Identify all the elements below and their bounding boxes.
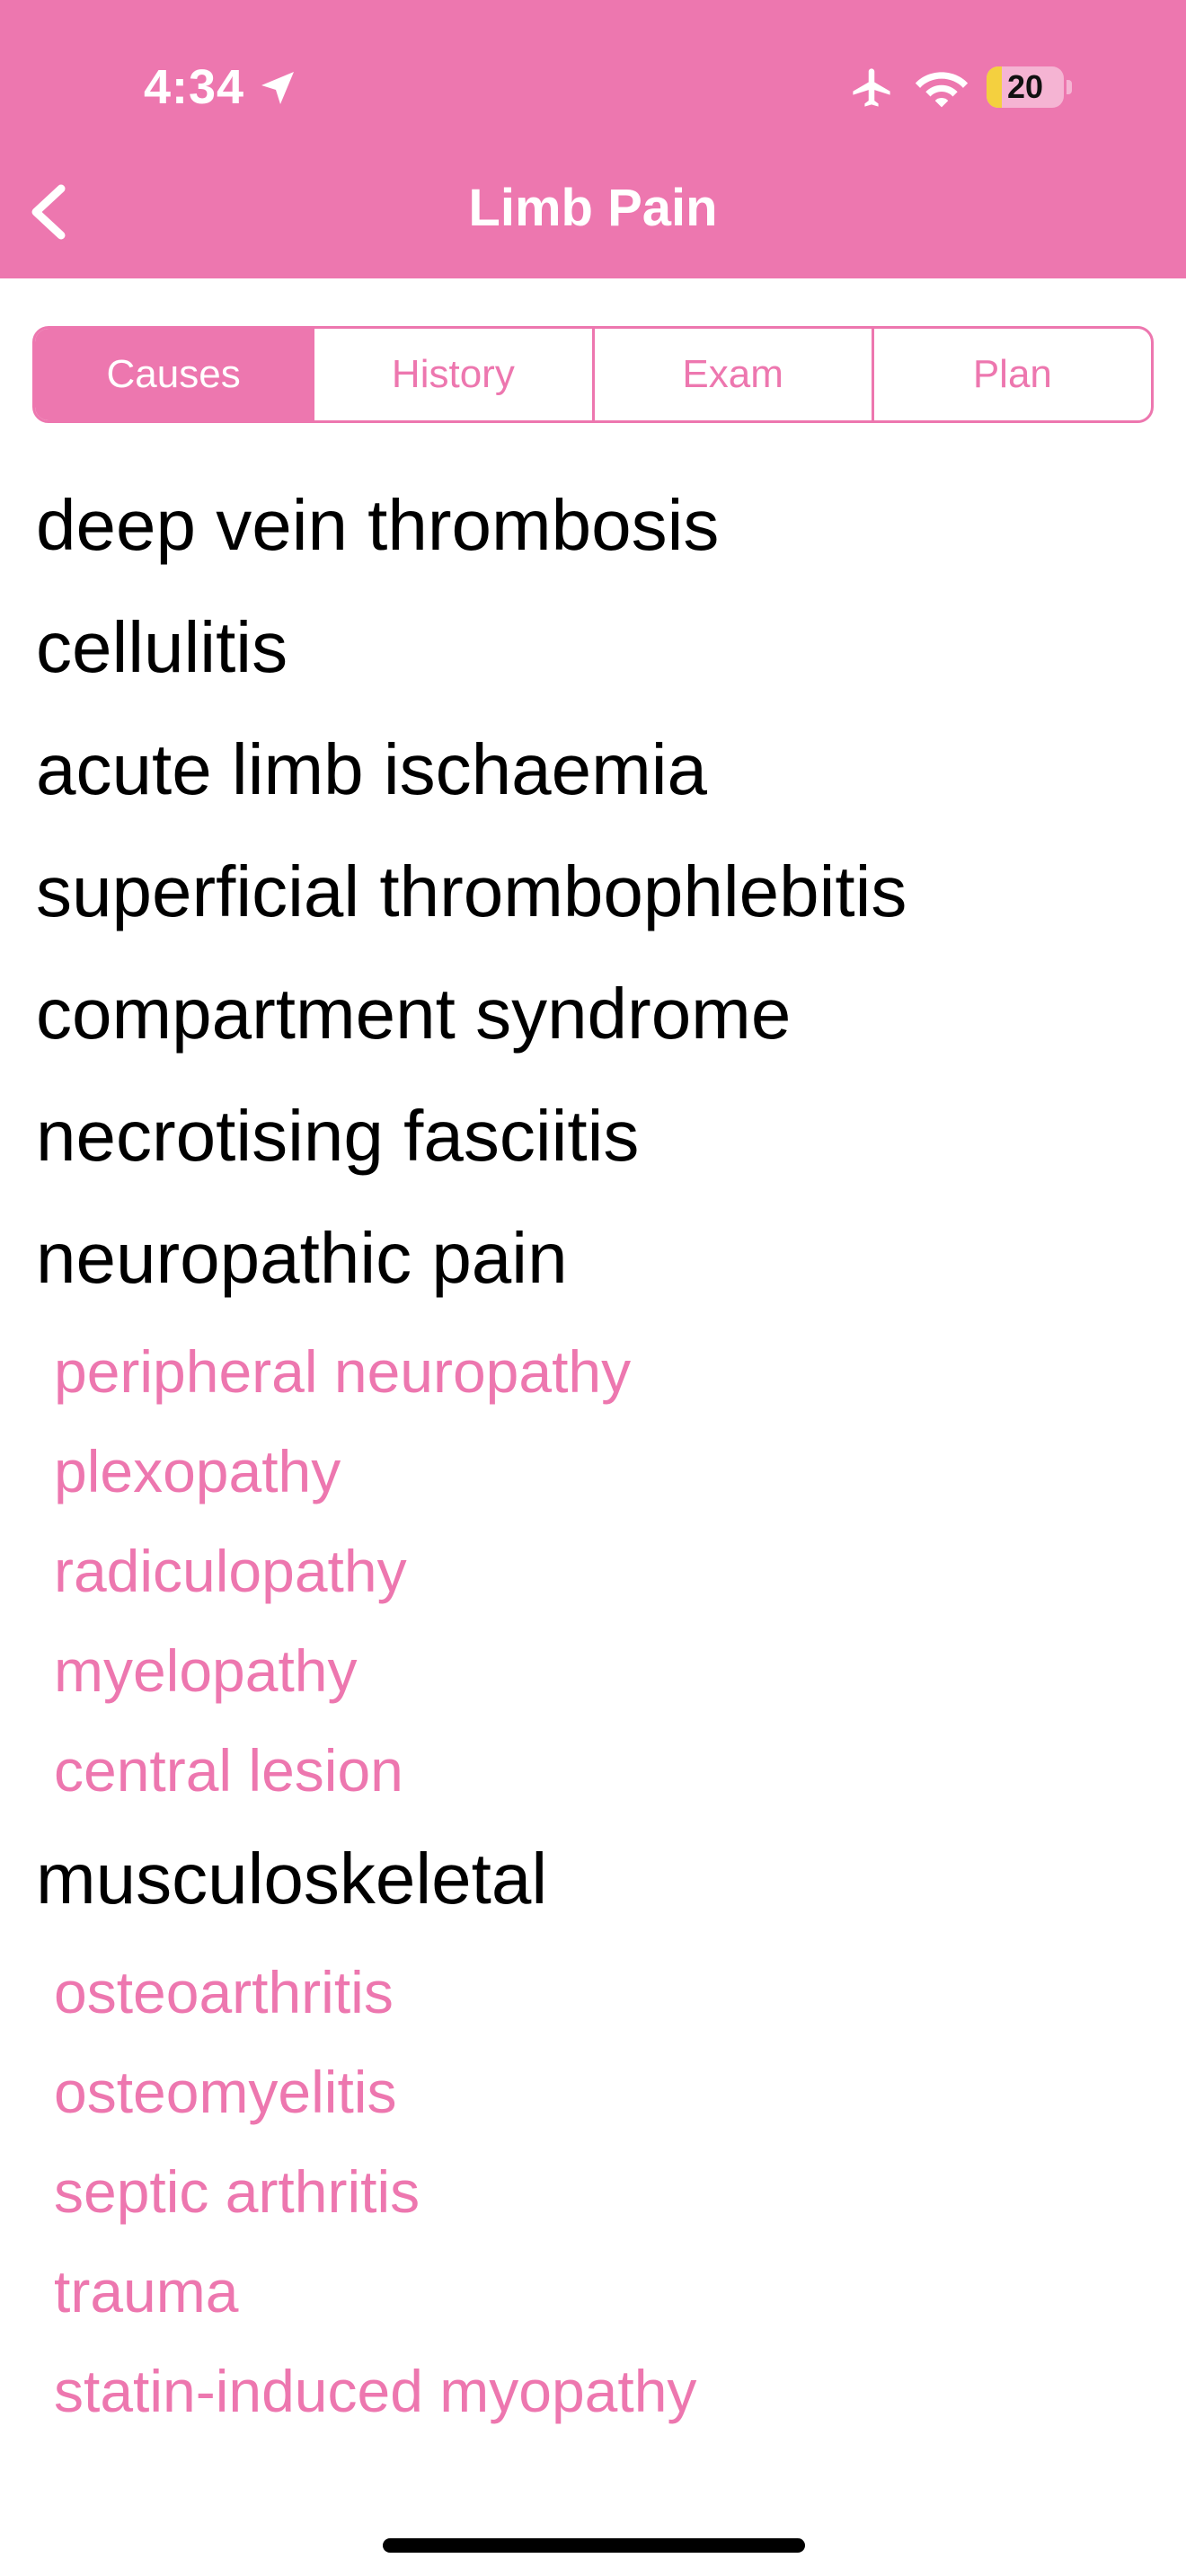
causes-list: deep vein thrombosis cellulitis acute limb… <box>0 472 1186 2446</box>
location-arrow-icon <box>261 72 294 104</box>
sub-cause-item[interactable]: central lesion <box>0 1725 1186 1825</box>
sub-cause-item[interactable]: peripheral neuropathy <box>0 1327 1186 1426</box>
header-bar: 4:34 20 Limb Pain <box>0 0 1186 278</box>
tab-plan[interactable]: Plan <box>871 329 1151 420</box>
tab-exam[interactable]: Exam <box>591 329 872 420</box>
page-title: Limb Pain <box>468 179 718 237</box>
battery-level: 20 <box>1006 68 1044 105</box>
sub-cause-item[interactable]: radiculopathy <box>0 1526 1186 1626</box>
sub-cause-item[interactable]: trauma <box>0 2246 1186 2346</box>
battery-body: 20 <box>987 66 1064 108</box>
tab-history[interactable]: History <box>312 329 591 420</box>
cause-item[interactable]: necrotising fasciitis <box>0 1082 1186 1204</box>
sub-cause-item[interactable]: osteomyelitis <box>0 2047 1186 2147</box>
sub-cause-item[interactable]: plexopathy <box>0 1426 1186 1526</box>
wifi-icon <box>915 72 969 108</box>
sub-cause-item[interactable]: myelopathy <box>0 1626 1186 1725</box>
screen: 4:34 20 Limb Pain Causes History Exam Pla <box>0 0 1186 2576</box>
cause-item[interactable]: acute limb ischaemia <box>0 716 1186 838</box>
airplane-icon <box>853 68 890 107</box>
cause-item[interactable]: superficial thrombophlebitis <box>0 838 1186 960</box>
sub-cause-item[interactable]: statin-induced myopathy <box>0 2346 1186 2446</box>
battery-tip <box>1067 80 1072 94</box>
cause-item[interactable]: deep vein thrombosis <box>0 472 1186 594</box>
cause-item[interactable]: compartment syndrome <box>0 960 1186 1082</box>
tab-causes[interactable]: Causes <box>35 329 313 420</box>
cause-item[interactable]: cellulitis <box>0 594 1186 716</box>
sub-cause-item[interactable]: osteoarthritis <box>0 1947 1186 2047</box>
sub-cause-item[interactable]: septic arthritis <box>0 2147 1186 2246</box>
home-indicator <box>383 2538 805 2553</box>
segmented-control: Causes History Exam Plan <box>32 326 1154 423</box>
cause-item[interactable]: neuropathic pain <box>0 1204 1186 1327</box>
status-time: 4:34 <box>144 60 245 114</box>
battery-icon: 20 <box>987 66 1073 108</box>
cause-item[interactable]: musculoskeletal <box>0 1825 1186 1947</box>
